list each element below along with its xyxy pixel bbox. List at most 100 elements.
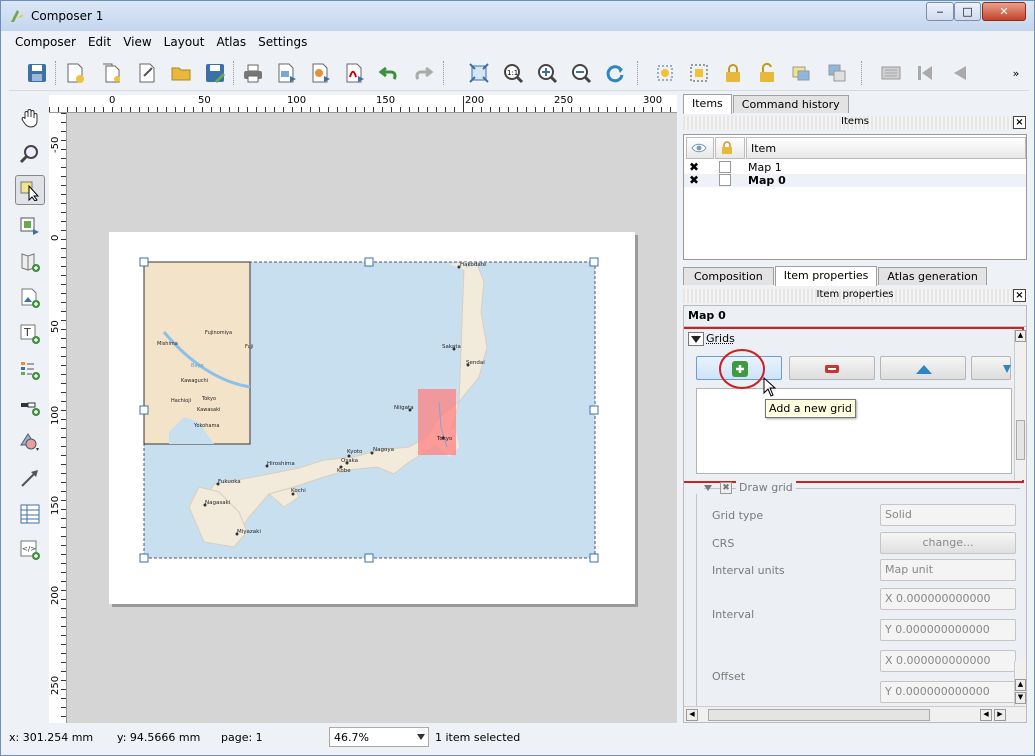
select-all-button[interactable]	[651, 59, 679, 87]
menu-layout[interactable]: Layout	[158, 33, 211, 53]
interval-units-select[interactable]: Map unit	[880, 559, 1016, 581]
first-feature-button[interactable]	[911, 59, 939, 87]
previous-feature-button[interactable]	[945, 59, 973, 87]
scroll-up-arrow-icon[interactable]: ▲	[1015, 679, 1026, 691]
ruler-tick	[130, 107, 131, 112]
add-arrow-tool[interactable]	[15, 463, 45, 493]
visible-checkbox[interactable]: ✖	[689, 173, 699, 187]
interval-y-input[interactable]: Y 0.000000000000	[880, 619, 1016, 641]
scroll-thumb[interactable]	[1016, 420, 1025, 460]
minimize-button[interactable]: ‒	[926, 2, 954, 21]
ruler-tick	[562, 107, 563, 112]
close-button[interactable]: ✕	[982, 2, 1026, 21]
lock-checkbox[interactable]	[719, 174, 731, 186]
tab-items[interactable]: Items	[683, 94, 732, 114]
toolbar-overflow-button[interactable]: »	[1007, 59, 1025, 87]
offset-x-input[interactable]: X 0.000000000000	[880, 650, 1016, 672]
tab-item-properties[interactable]: Item properties	[774, 266, 878, 286]
menu-atlas[interactable]: Atlas	[210, 33, 252, 53]
save-template-button[interactable]	[201, 59, 229, 87]
zoom-tool[interactable]	[15, 139, 45, 169]
zoom-in-button[interactable]	[533, 59, 561, 87]
redo-button[interactable]	[409, 59, 437, 87]
properties-scrollbar[interactable]: ▲ ▼	[1014, 661, 1026, 707]
printer-icon	[244, 64, 262, 83]
add-scalebar-tool[interactable]	[15, 391, 45, 421]
crs-change-button[interactable]: change...	[880, 532, 1016, 554]
grids-scrollbar[interactable]: ▲	[1014, 330, 1026, 480]
add-legend-tool[interactable]	[15, 355, 45, 385]
refresh-button[interactable]	[601, 59, 629, 87]
menu-view[interactable]: View	[117, 33, 157, 53]
new-composer-button[interactable]	[61, 59, 89, 87]
table-row[interactable]: ✖ Map 0	[684, 173, 1026, 187]
group-items-button[interactable]	[787, 59, 815, 87]
add-map-tool[interactable]	[15, 247, 45, 277]
tab-command-history[interactable]: Command history	[732, 95, 849, 113]
visible-checkbox[interactable]: ✖	[689, 160, 699, 174]
draw-grid-checkbox[interactable]: ✖	[720, 482, 732, 494]
raise-items-button[interactable]	[823, 59, 851, 87]
ruler-tick	[427, 107, 428, 112]
undo-button[interactable]	[375, 59, 403, 87]
composer-manager-button[interactable]	[133, 59, 161, 87]
grids-collapse-toggle[interactable]	[688, 332, 704, 346]
add-image-tool[interactable]	[15, 283, 45, 313]
table-row[interactable]: ✖ Map 1	[684, 160, 1026, 174]
grids-section-title[interactable]: Grids	[706, 332, 735, 345]
scroll-up-arrow-icon[interactable]: ▲	[1015, 330, 1026, 342]
scroll-thumb[interactable]	[708, 709, 930, 721]
scroll-right-arrow-icon[interactable]: ▶	[994, 709, 1006, 721]
ruler-tick	[61, 455, 66, 456]
maximize-button[interactable]: □	[954, 2, 981, 21]
export-pdf-button[interactable]	[341, 59, 369, 87]
scroll-left-arrow-icon[interactable]: ◀	[686, 709, 698, 721]
add-html-tool[interactable]: </>	[15, 535, 45, 565]
draw-grid-collapse-toggle[interactable]	[702, 482, 714, 494]
interval-x-input[interactable]: X 0.000000000000	[880, 588, 1016, 610]
map-item-map-0[interactable]: Hakodate Sakata Sendai Niigata Tokyo Nag…	[109, 232, 635, 604]
zoom-combobox[interactable]: 46.7%	[329, 727, 429, 747]
tab-atlas-generation[interactable]: Atlas generation	[878, 267, 987, 285]
right-panel: Items Command history Items × Item ✖ Map…	[681, 94, 1029, 725]
zoom-out-button[interactable]	[567, 59, 595, 87]
close-properties-dock-button[interactable]: ×	[1013, 289, 1026, 302]
move-content-tool[interactable]	[15, 211, 45, 241]
menu-edit[interactable]: Edit	[82, 33, 117, 53]
visibility-column-header[interactable]	[686, 137, 714, 159]
move-grid-up-button[interactable]	[880, 356, 966, 380]
add-label-tool[interactable]: T	[15, 319, 45, 349]
print-button[interactable]	[239, 59, 267, 87]
pan-tool[interactable]	[15, 103, 45, 133]
tab-composition[interactable]: Composition	[683, 267, 774, 285]
add-shape-tool[interactable]	[15, 427, 45, 457]
item-column-header[interactable]: Item	[746, 137, 1026, 159]
atlas-preview-button[interactable]	[877, 59, 905, 87]
export-svg-button[interactable]	[307, 59, 335, 87]
export-image-button[interactable]	[273, 59, 301, 87]
horizontal-scrollbar[interactable]: ◀ ◀ ▶	[684, 706, 1026, 722]
menu-composer[interactable]: Composer	[9, 33, 82, 53]
menu-settings[interactable]: Settings	[252, 33, 313, 53]
scroll-down-arrow-icon[interactable]: ▼	[1015, 692, 1026, 704]
lock-checkbox[interactable]	[719, 161, 731, 173]
unlock-items-button[interactable]	[753, 59, 781, 87]
close-items-dock-button[interactable]: ×	[1013, 116, 1026, 129]
composer-canvas[interactable]: Hakodate Sakata Sendai Niigata Tokyo Nag…	[67, 113, 677, 723]
zoom-actual-button[interactable]: 1:1	[499, 59, 527, 87]
map-item-map-1[interactable]: Mishima Fujinomiya Fuji Kawaguchi Hachio…	[143, 261, 254, 445]
zoom-full-button[interactable]	[465, 59, 493, 87]
load-template-button[interactable]	[167, 59, 195, 87]
duplicate-composer-button[interactable]	[97, 59, 125, 87]
remove-grid-button[interactable]	[789, 356, 875, 380]
select-box-button[interactable]	[685, 59, 713, 87]
lock-items-button[interactable]	[719, 59, 747, 87]
select-move-tool[interactable]	[15, 175, 45, 205]
save-project-button[interactable]	[23, 59, 51, 87]
scroll-left-arrow-icon[interactable]: ◀	[980, 709, 992, 721]
grid-type-select[interactable]: Solid	[880, 504, 1016, 526]
offset-y-input[interactable]: Y 0.000000000000	[880, 681, 1016, 703]
move-grid-down-button[interactable]	[971, 356, 1011, 380]
add-attribute-table-tool[interactable]	[15, 499, 45, 529]
lock-column-header[interactable]	[715, 137, 745, 159]
